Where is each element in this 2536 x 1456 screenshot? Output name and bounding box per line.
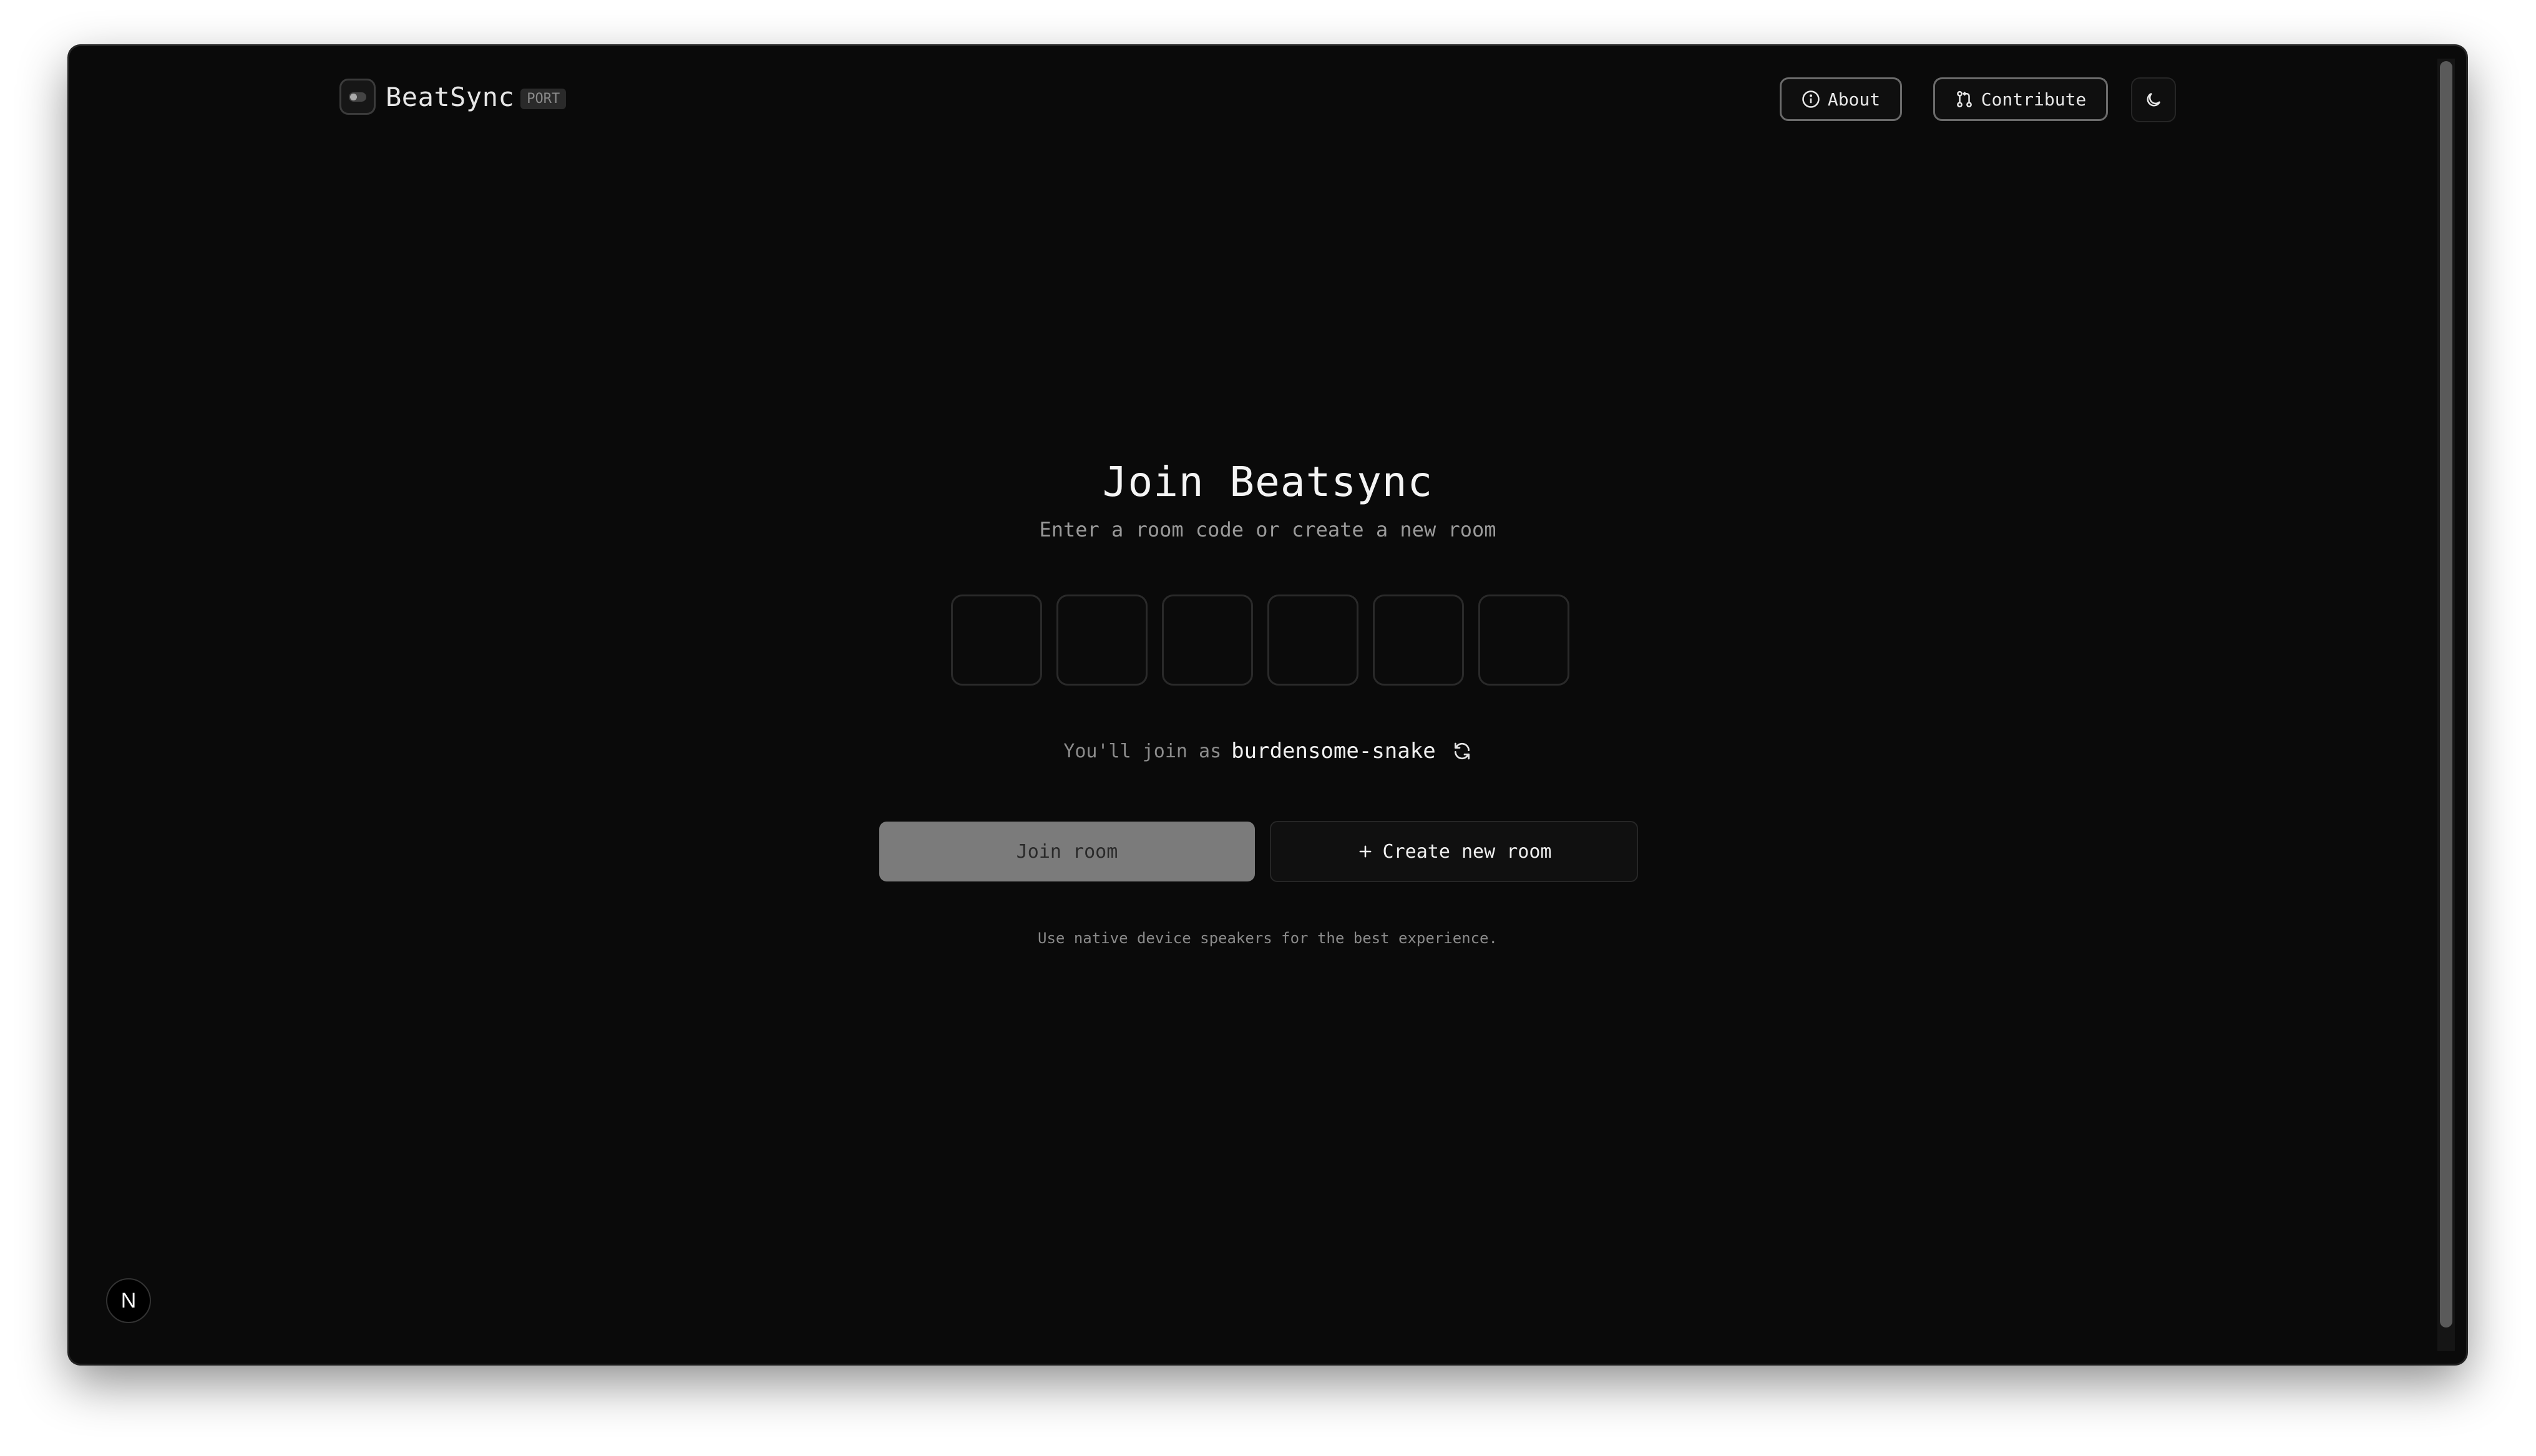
scrollbar[interactable] xyxy=(2437,59,2455,1351)
footnote: Use native device speakers for the best … xyxy=(1038,929,1498,947)
create-room-label: Create new room xyxy=(1382,840,1552,863)
brand-logo[interactable]: BeatSync PORT xyxy=(339,79,567,115)
room-code-digit-1[interactable] xyxy=(951,595,1042,686)
about-label: About xyxy=(1827,89,1881,110)
username: burdensome-snake xyxy=(1231,739,1436,764)
contribute-button[interactable]: Contribute xyxy=(1933,77,2108,121)
room-code-input xyxy=(951,595,1569,686)
git-pull-request-icon xyxy=(1956,90,1972,108)
room-code-digit-2[interactable] xyxy=(1056,595,1148,686)
scrollbar-thumb[interactable] xyxy=(2440,61,2452,1327)
room-code-digit-4[interactable] xyxy=(1267,595,1358,686)
create-room-button[interactable]: Create new room xyxy=(1270,821,1638,882)
brand-badge: PORT xyxy=(520,88,567,109)
room-code-digit-5[interactable] xyxy=(1373,595,1464,686)
contribute-label: Contribute xyxy=(1981,89,2087,110)
refresh-icon xyxy=(1454,742,1470,760)
join-as-prefix: You'll join as xyxy=(1063,740,1222,762)
app-window: BeatSync PORT About Contribute Join Beat… xyxy=(69,46,2466,1364)
join-room-button[interactable]: Join room xyxy=(879,822,1255,881)
moon-icon xyxy=(2147,92,2161,107)
theme-toggle-button[interactable] xyxy=(2131,77,2176,122)
room-code-digit-6[interactable] xyxy=(1478,595,1569,686)
nextjs-dev-badge[interactable]: N xyxy=(106,1278,151,1323)
about-button[interactable]: About xyxy=(1780,77,1902,121)
room-code-digit-3[interactable] xyxy=(1162,595,1253,686)
regenerate-name-button[interactable] xyxy=(1452,741,1472,761)
info-icon xyxy=(1802,90,1820,108)
brand-name: BeatSync xyxy=(386,81,515,112)
page-title: Join Beatsync xyxy=(1102,458,1433,506)
page-subtitle: Enter a room code or create a new room xyxy=(1039,518,1496,541)
toggle-icon xyxy=(339,79,376,115)
join-as-row: You'll join as burdensome-snake xyxy=(69,739,2466,764)
plus-icon xyxy=(1359,845,1371,858)
